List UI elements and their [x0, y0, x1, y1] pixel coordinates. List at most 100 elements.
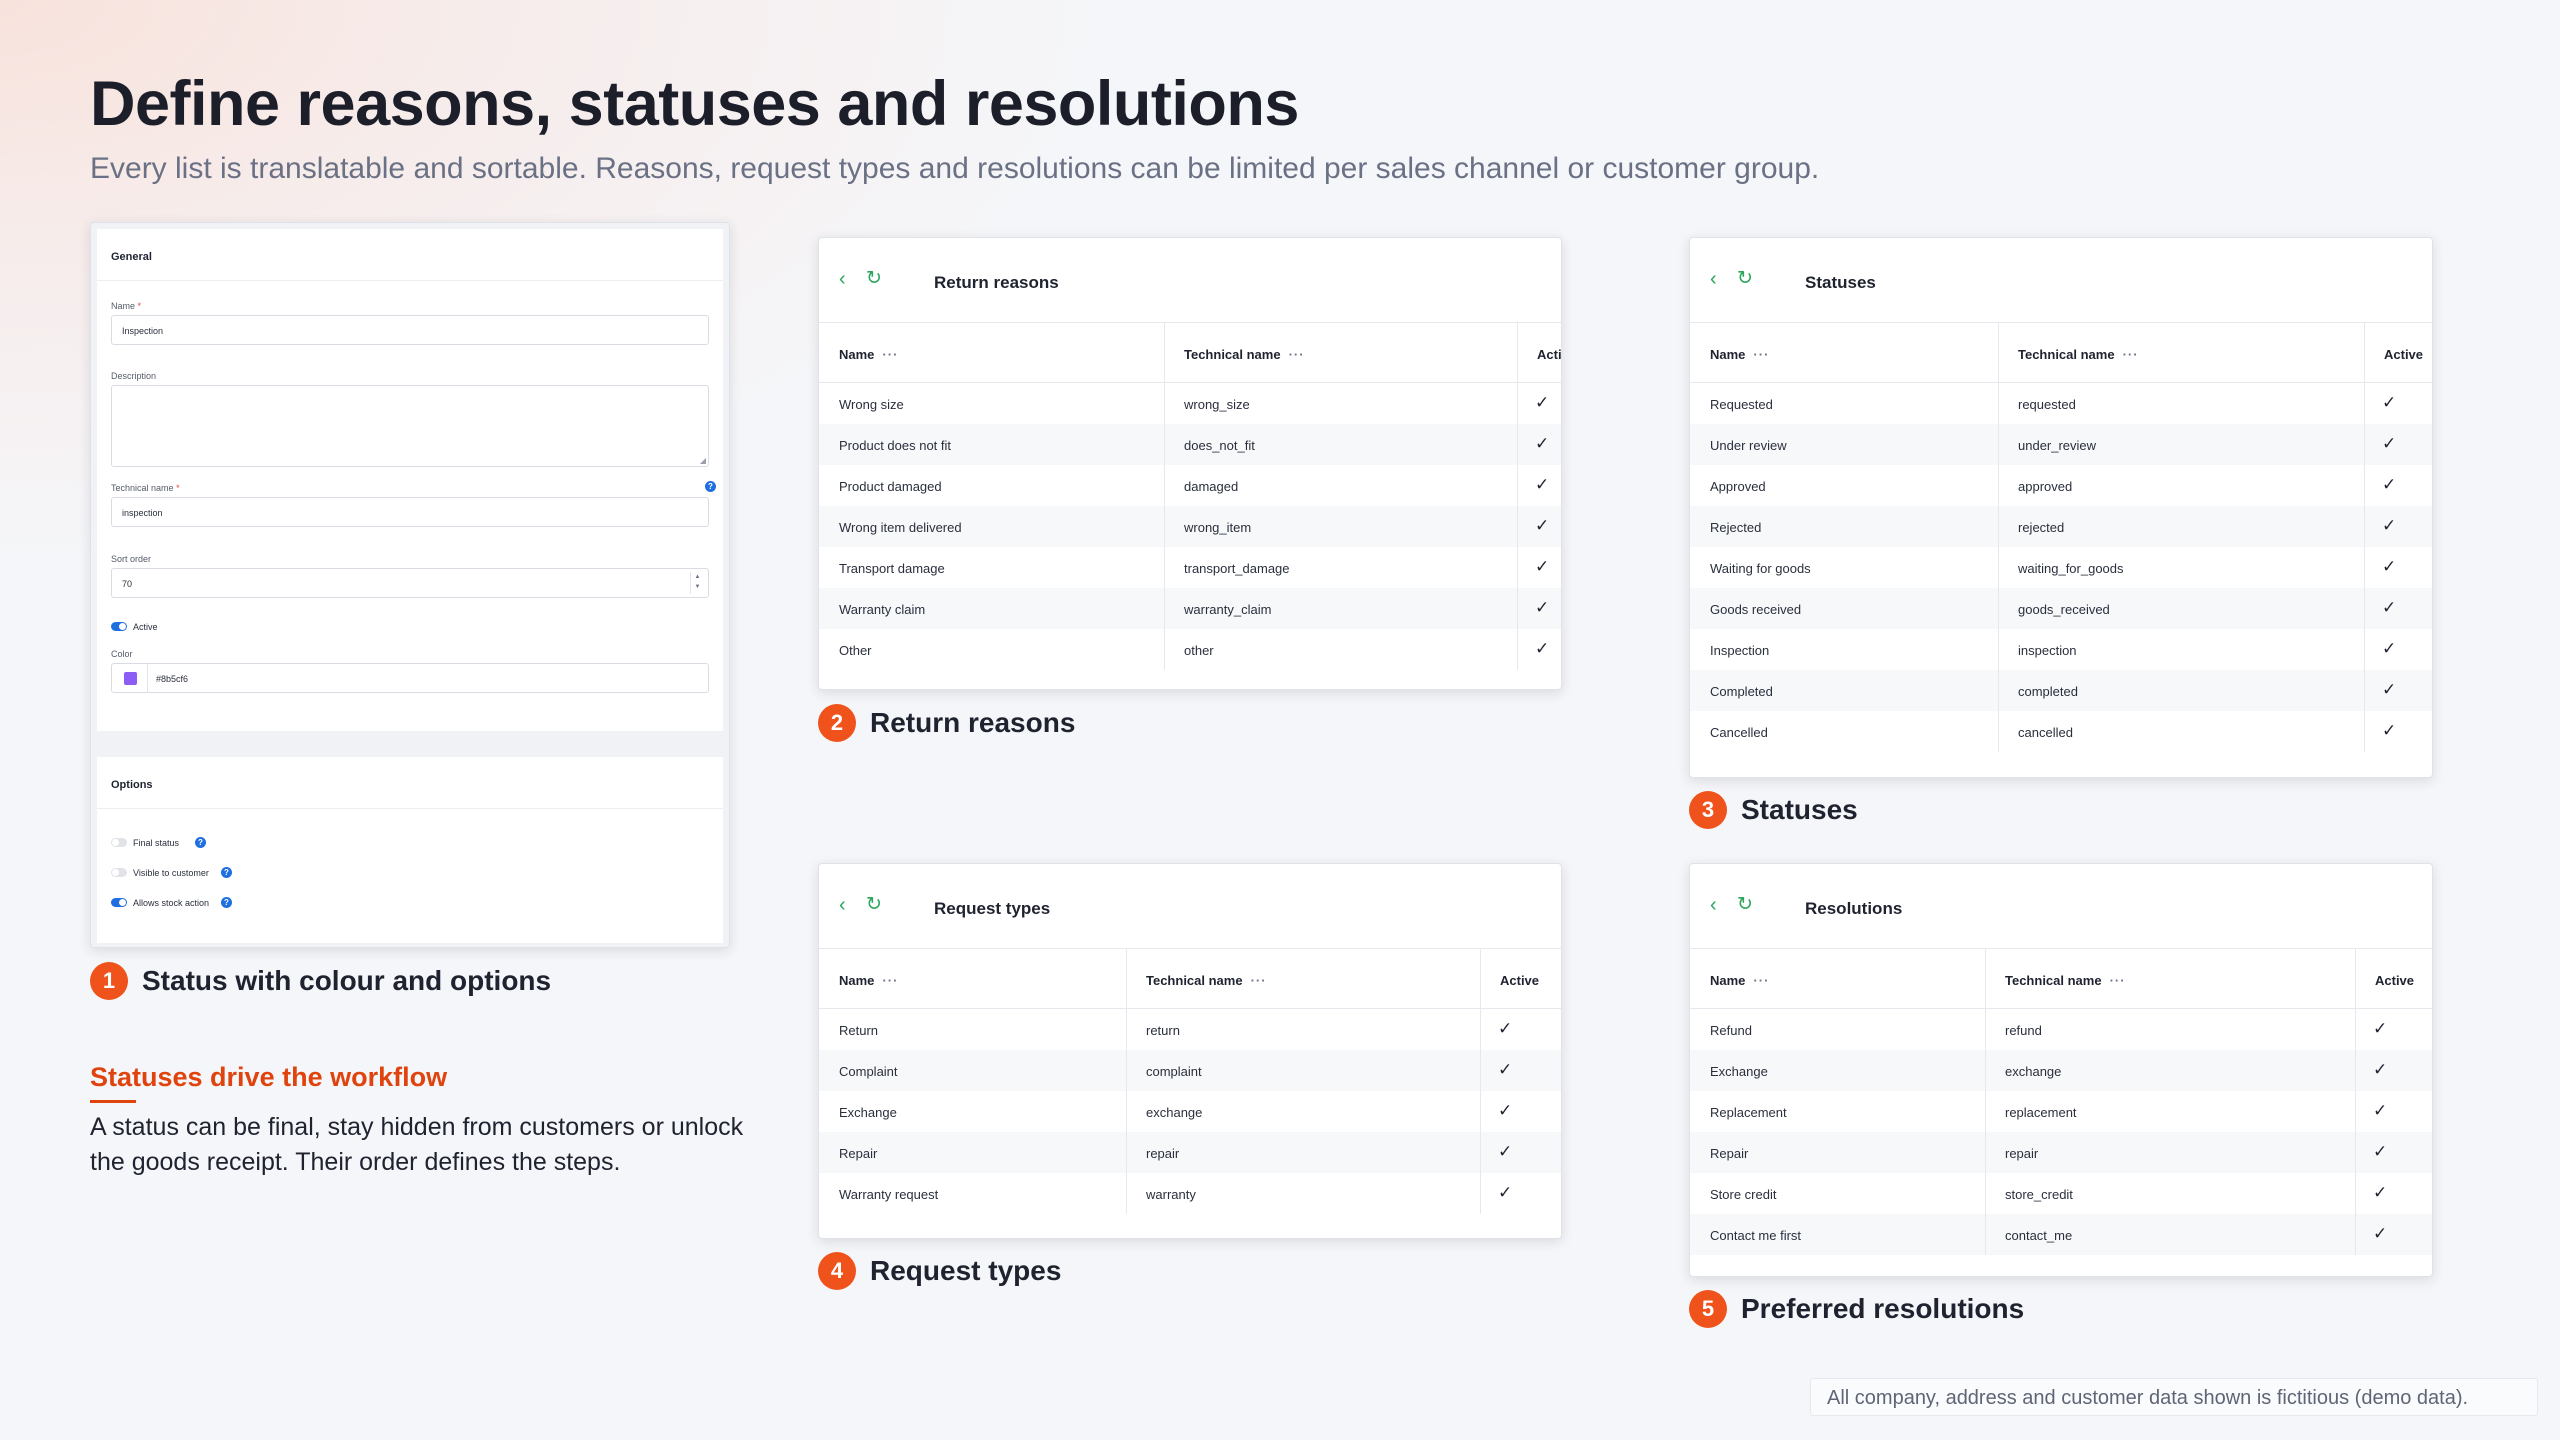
table-row[interactable]: Product does not fit does_not_fit ✓: [819, 424, 1561, 465]
cell-name: Product does not fit: [839, 438, 952, 453]
table-row[interactable]: Warranty request warranty ✓: [819, 1173, 1561, 1214]
column-header-label: Technical name: [2018, 347, 2115, 362]
table-row[interactable]: Contact me first contact_me ✓: [1690, 1214, 2432, 1255]
active-toggle[interactable]: [111, 622, 127, 631]
description-field[interactable]: ◢: [111, 385, 709, 467]
table-row[interactable]: Wrong item delivered wrong_item ✓: [819, 506, 1561, 547]
table-row[interactable]: Requested requested ✓: [1690, 383, 2432, 424]
help-icon[interactable]: ?: [705, 481, 716, 492]
table-row[interactable]: Transport damage transport_damage ✓: [819, 547, 1561, 588]
help-icon[interactable]: ?: [195, 837, 206, 848]
column-header-row: Name ··· Technical name ··· Acti: [819, 323, 1561, 383]
table-row[interactable]: Repair repair ✓: [819, 1132, 1561, 1173]
column-menu-icon[interactable]: ···: [882, 347, 898, 362]
column-header-name[interactable]: Name ···: [1710, 347, 1769, 362]
visible-to-customer-toggle[interactable]: [111, 868, 127, 877]
column-menu-icon[interactable]: ···: [2110, 973, 2126, 988]
help-icon[interactable]: ?: [221, 867, 232, 878]
table-row[interactable]: Store credit store_credit ✓: [1690, 1173, 2432, 1214]
cell-name: Warranty request: [839, 1187, 939, 1202]
column-header-active[interactable]: Acti: [1537, 347, 1561, 362]
column-menu-icon[interactable]: ···: [1251, 973, 1267, 988]
table-row[interactable]: Cancelled cancelled ✓: [1690, 711, 2432, 752]
column-divider: [1998, 323, 1999, 752]
name-field[interactable]: Inspection: [111, 315, 709, 345]
workflow-heading: Statuses drive the workflow: [90, 1062, 448, 1092]
name-label: Name *: [111, 301, 142, 311]
chevron-left-icon[interactable]: ‹: [1710, 894, 1717, 917]
column-menu-icon[interactable]: ···: [1289, 347, 1305, 362]
caption-badge: 3: [1689, 791, 1727, 829]
column-menu-icon[interactable]: ···: [2123, 347, 2139, 362]
help-icon[interactable]: ?: [221, 897, 232, 908]
color-field[interactable]: #8b5cf6: [111, 663, 709, 693]
table-row[interactable]: Product damaged damaged ✓: [819, 465, 1561, 506]
caption-badge: 4: [818, 1252, 856, 1290]
cell-name: Waiting for goods: [1710, 561, 1811, 576]
refresh-icon[interactable]: ↻: [866, 267, 882, 290]
table-row[interactable]: Return return ✓: [819, 1009, 1561, 1050]
sort-order-value: 70: [122, 579, 133, 589]
caption-text: Return reasons: [870, 707, 1076, 738]
refresh-icon[interactable]: ↻: [1737, 893, 1753, 916]
column-header-technical-name[interactable]: Technical name ···: [1184, 347, 1305, 362]
column-header-technical-name[interactable]: Technical name ···: [2018, 347, 2139, 362]
cell-technical-name: inspection: [2018, 643, 2077, 658]
column-divider: [2355, 949, 2356, 1255]
column-header-technical-name[interactable]: Technical name ···: [2005, 973, 2126, 988]
column-header-active[interactable]: Active: [1500, 973, 1539, 988]
table-row[interactable]: Exchange exchange ✓: [1690, 1050, 2432, 1091]
cell-name: Rejected: [1710, 520, 1762, 535]
stepper-arrows-icon[interactable]: ▲ ▼: [690, 572, 704, 594]
stock-action-toggle[interactable]: [111, 898, 127, 907]
table-row[interactable]: Rejected rejected ✓: [1690, 506, 2432, 547]
table-row[interactable]: Refund refund ✓: [1690, 1009, 2432, 1050]
refresh-icon[interactable]: ↻: [866, 893, 882, 916]
table-row[interactable]: Warranty claim warranty_claim ✓: [819, 588, 1561, 629]
cell-technical-name: requested: [2018, 397, 2076, 412]
column-header-active[interactable]: Active: [2375, 973, 2414, 988]
table-row[interactable]: Approved approved ✓: [1690, 465, 2432, 506]
final-status-toggle[interactable]: [111, 838, 127, 847]
checkmark-icon: ✓: [2373, 1060, 2388, 1079]
checkmark-icon: ✓: [2382, 639, 2397, 658]
table-row[interactable]: Other other ✓: [819, 629, 1561, 670]
grid-title: Return reasons: [934, 273, 1059, 292]
column-menu-icon[interactable]: ···: [1753, 973, 1769, 988]
column-header-active[interactable]: Active: [2384, 347, 2423, 362]
technical-name-field[interactable]: inspection: [111, 497, 709, 527]
cell-technical-name: damaged: [1184, 479, 1239, 494]
column-divider: [1480, 949, 1481, 1214]
table-row[interactable]: Under review under_review ✓: [1690, 424, 2432, 465]
column-menu-icon[interactable]: ···: [882, 973, 898, 988]
cell-technical-name: repair: [1146, 1146, 1180, 1161]
table-row[interactable]: Completed completed ✓: [1690, 670, 2432, 711]
sort-order-field[interactable]: 70 ▲ ▼: [111, 568, 709, 598]
column-menu-icon[interactable]: ···: [1753, 347, 1769, 362]
column-header-technical-name[interactable]: Technical name ···: [1146, 973, 1267, 988]
table-row[interactable]: Repair repair ✓: [1690, 1132, 2432, 1173]
resize-grip-icon[interactable]: ◢: [700, 456, 706, 465]
column-header-name[interactable]: Name ···: [1710, 973, 1769, 988]
caption-request-types: 4 Request types: [818, 1252, 1061, 1290]
table-row[interactable]: Inspection inspection ✓: [1690, 629, 2432, 670]
checkmark-icon: ✓: [2382, 557, 2397, 576]
table-row[interactable]: Waiting for goods waiting_for_goods ✓: [1690, 547, 2432, 588]
column-header-name[interactable]: Name ···: [839, 973, 898, 988]
color-swatch[interactable]: [124, 672, 137, 685]
table-row[interactable]: Replacement replacement ✓: [1690, 1091, 2432, 1132]
chevron-left-icon[interactable]: ‹: [839, 894, 846, 917]
table-row[interactable]: Complaint complaint ✓: [819, 1050, 1561, 1091]
cell-name: Warranty claim: [839, 602, 926, 617]
chevron-left-icon[interactable]: ‹: [1710, 268, 1717, 291]
workflow-body: A status can be final, stay hidden from …: [90, 1113, 744, 1176]
caption-text: Statuses: [1741, 794, 1858, 825]
chevron-left-icon[interactable]: ‹: [839, 268, 846, 291]
table-row[interactable]: Wrong size wrong_size ✓: [819, 383, 1561, 424]
column-divider: [1126, 949, 1127, 1214]
cell-name: Cancelled: [1710, 725, 1768, 740]
table-row[interactable]: Goods received goods_received ✓: [1690, 588, 2432, 629]
table-row[interactable]: Exchange exchange ✓: [819, 1091, 1561, 1132]
column-header-name[interactable]: Name ···: [839, 347, 898, 362]
refresh-icon[interactable]: ↻: [1737, 267, 1753, 290]
